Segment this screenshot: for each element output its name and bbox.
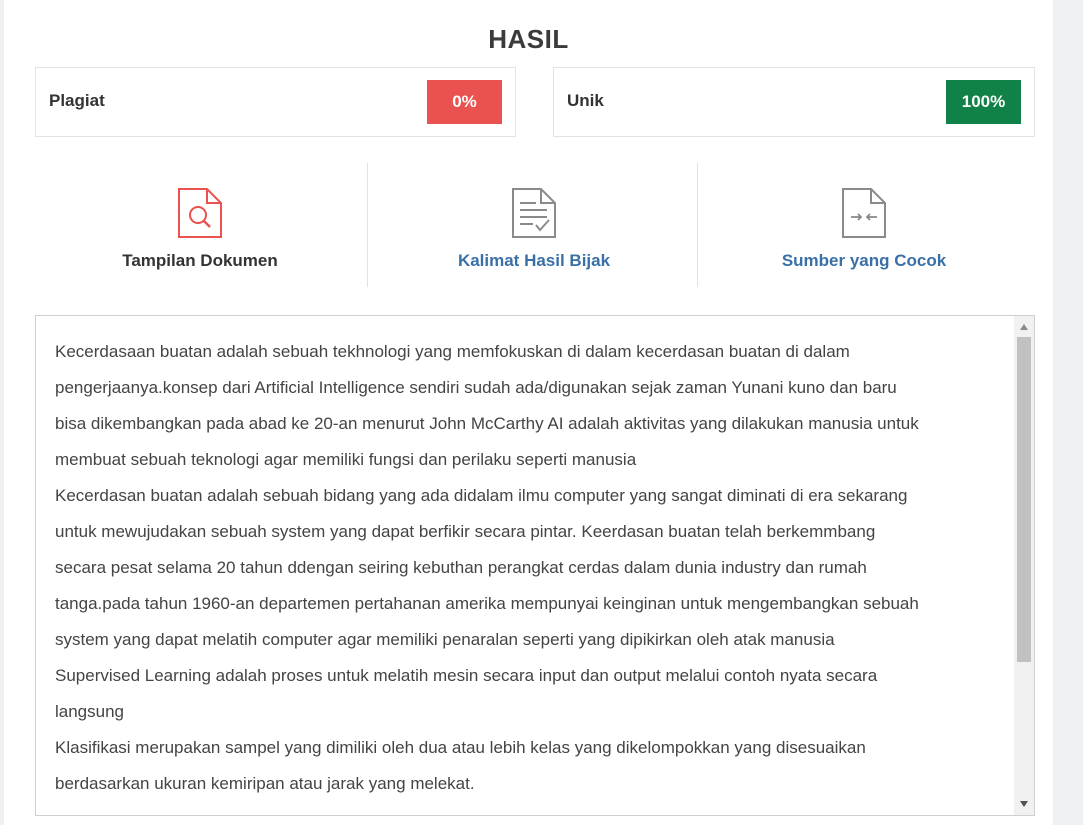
plagiarism-label: Plagiat bbox=[49, 91, 105, 110]
text-line: untuk mewujudakan sebuah system yang dap… bbox=[55, 522, 876, 541]
tab-wise-sentences[interactable]: Kalimat Hasil Bijak bbox=[369, 163, 699, 287]
document-text: Kecerdasaan buatan adalah sebuah tekhnol… bbox=[55, 334, 1000, 802]
tab-divider bbox=[697, 163, 698, 287]
text-line: tanga.pada tahun 1960-an departemen pert… bbox=[55, 594, 919, 613]
page-title: HASIL bbox=[488, 24, 569, 54]
results-card: HASIL Plagiat 0% Unik 100% Tampilan Doku… bbox=[4, 0, 1053, 825]
text-line: secara pesat selama 20 tahun ddengan sei… bbox=[55, 558, 867, 577]
text-line: Kecerdasaan buatan adalah sebuah tekhnol… bbox=[55, 342, 850, 361]
vertical-scrollbar[interactable] bbox=[1014, 316, 1034, 815]
document-text-area[interactable]: Kecerdasaan buatan adalah sebuah tekhnol… bbox=[35, 315, 1035, 816]
text-line: Supervised Learning adalah proses untuk … bbox=[55, 666, 878, 685]
tab-document-view[interactable]: Tampilan Dokumen bbox=[35, 163, 365, 287]
plagiarism-score-box: Plagiat 0% bbox=[35, 67, 516, 137]
unique-score-box: Unik 100% bbox=[553, 67, 1035, 137]
text-line: Kecerdasan buatan adalah sebuah bidang y… bbox=[55, 486, 908, 505]
scroll-down-icon[interactable] bbox=[1014, 795, 1034, 813]
text-line: membuat sebuah teknologi agar memiliki f… bbox=[55, 450, 637, 469]
result-tabs: Tampilan Dokumen Kalimat Hasil Bijak Sum… bbox=[35, 163, 1034, 287]
text-line: system yang dapat melatih computer agar … bbox=[55, 630, 835, 649]
tab-wise-sentences-label: Kalimat Hasil Bijak bbox=[457, 251, 611, 270]
text-line: pengerjaanya.konsep dari Artificial Inte… bbox=[55, 378, 897, 397]
text-line: berdasarkan ukuran kemiripan atau jarak … bbox=[55, 774, 475, 793]
tab-divider bbox=[367, 163, 368, 287]
plagiarism-percentage-badge: 0% bbox=[427, 80, 502, 124]
text-line: langsung bbox=[55, 702, 125, 721]
tab-document-view-label: Tampilan Dokumen bbox=[122, 251, 278, 270]
text-line: bisa dikembangkan pada abad ke 20-an men… bbox=[55, 414, 919, 433]
document-compare-icon bbox=[841, 187, 887, 244]
tab-matching-sources[interactable]: Sumber yang Cocok bbox=[699, 163, 1029, 287]
document-check-icon bbox=[511, 187, 557, 244]
unique-label: Unik bbox=[567, 91, 604, 110]
tab-matching-sources-label: Sumber yang Cocok bbox=[781, 251, 947, 270]
scrollbar-thumb[interactable] bbox=[1017, 337, 1031, 662]
scroll-up-icon[interactable] bbox=[1014, 318, 1034, 336]
unique-percentage-badge: 100% bbox=[946, 80, 1021, 124]
text-line: Klasifikasi merupakan sampel yang dimili… bbox=[55, 738, 866, 757]
document-search-icon bbox=[177, 187, 223, 244]
